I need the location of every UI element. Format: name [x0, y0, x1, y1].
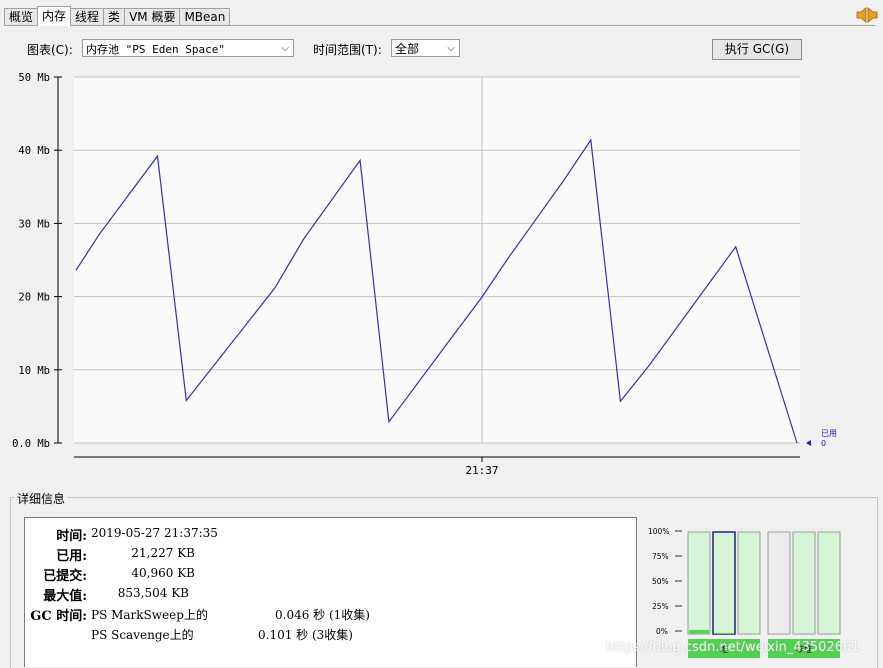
time-label: 时间:: [56, 529, 87, 544]
y-tick-label: 0.0 Mb: [12, 438, 50, 450]
y-tick-label: 20 Mb: [18, 292, 50, 304]
tab-memory[interactable]: 内存: [37, 6, 72, 26]
y-tick-label: 50 Mb: [18, 72, 50, 84]
heap-pool-bar[interactable]: [687, 531, 711, 635]
pct-tick-25: 25%: [652, 602, 669, 611]
memory-chart: 0.0 Mb 10 Mb 20 Mb 30 Mb 40 Mb 50 Mb 21:37 已用…: [12, 72, 837, 477]
gc-scavenge-value: 0.101 秒 (3收集): [258, 628, 353, 642]
time-range-label: 时间范围(T):: [313, 43, 382, 57]
tab-overview[interactable]: 概览: [4, 8, 39, 26]
y-tick-label: 10 Mb: [18, 365, 50, 377]
perform-gc-button[interactable]: 执行 GC(G): [712, 39, 802, 60]
committed-value: 40,960 KB: [131, 566, 195, 580]
tab-panel-border: [4, 25, 875, 26]
max-value: 853,504 KB: [117, 586, 189, 600]
heap-pool-bar-fill: [689, 629, 709, 634]
legend-marker-icon: [806, 440, 811, 446]
y-tick-label: 30 Mb: [18, 218, 50, 230]
used-label: 已用:: [56, 549, 87, 564]
tab-classes[interactable]: 类: [103, 8, 126, 26]
plot-area: [74, 77, 800, 443]
heap-pool-bar[interactable]: [712, 531, 736, 635]
nonheap-pool-bar[interactable]: [817, 531, 841, 635]
tab-mbean[interactable]: MBean: [179, 8, 231, 26]
nonheap-pool-bar[interactable]: [767, 531, 791, 635]
pct-tick-100: 100%: [648, 527, 669, 536]
legend-label: 已用: [821, 429, 837, 438]
y-tick-label: 40 Mb: [18, 145, 50, 157]
chart-select[interactable]: 内存池 "PS Eden Space" ⌵: [82, 39, 294, 57]
x-tick-label: 21:37: [465, 464, 498, 477]
chevron-down-icon: ⌵: [447, 43, 455, 54]
watermark: https://blog.csdn.net/weixin_43502661: [606, 640, 860, 655]
pct-tick-75: 75%: [652, 552, 669, 561]
heap-pool-bar-fill: [714, 632, 734, 634]
used-value: 21,227 KB: [131, 546, 195, 560]
tab-vm-summary[interactable]: VM 概要: [124, 8, 181, 26]
time-range-select[interactable]: 全部 ⌵: [391, 39, 460, 57]
connection-status-icon: [856, 7, 878, 23]
tab-bar: 概览 内存 线程 类 VM 概要 MBean: [4, 6, 231, 26]
details-box: 时间: 2019-05-27 21:37:35 已用: 21,227 KB 已提…: [24, 517, 637, 667]
chart-select-value: 内存池 "PS Eden Space": [86, 43, 225, 56]
committed-label: 已提交:: [43, 569, 87, 584]
max-label: 最大值:: [43, 589, 87, 604]
time-range-value: 全部: [395, 42, 420, 56]
tab-threads[interactable]: 线程: [70, 8, 105, 26]
details-title: 详细信息: [15, 490, 68, 507]
gc-scavenge-name: PS Scavenge上的: [91, 628, 194, 642]
chart-select-label: 图表(C):: [27, 43, 73, 57]
heap-pool-bar[interactable]: [737, 531, 761, 635]
chevron-down-icon: ⌵: [281, 43, 289, 54]
time-value: 2019-05-27 21:37:35: [91, 526, 218, 540]
pct-tick-0: 0%: [656, 627, 668, 636]
gc-marksweep-value: 0.046 秒 (1收集): [275, 608, 370, 622]
gc-marksweep-name: PS MarkSweep上的: [91, 608, 208, 622]
pct-tick-50: 50%: [652, 577, 669, 586]
gc-time-label: GC 时间:: [30, 609, 87, 624]
nonheap-pool-bar[interactable]: [792, 531, 816, 635]
legend-value: 0: [821, 439, 826, 448]
